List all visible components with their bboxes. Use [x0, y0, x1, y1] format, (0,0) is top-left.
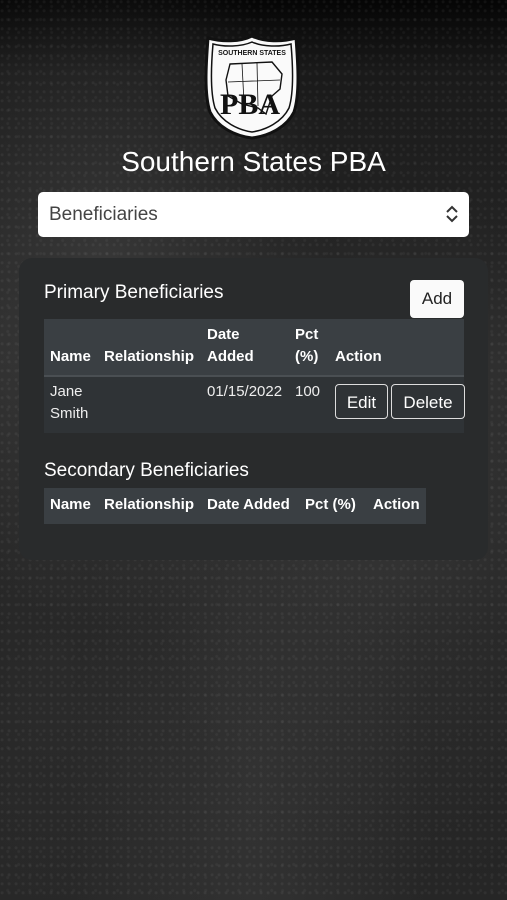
col-pct-header-line2: (%)	[295, 348, 319, 365]
row-pct: 100	[295, 383, 321, 400]
col-name-header: Name	[50, 496, 91, 513]
row-name-line1: Jane	[50, 383, 83, 400]
col-action-header: Action	[373, 496, 420, 513]
add-beneficiary-button[interactable]: Add	[410, 280, 464, 318]
svg-text:SOUTHERN STATES: SOUTHERN STATES	[218, 50, 286, 57]
logo-letters: PBA	[220, 88, 280, 121]
row-name-line2: Smith	[50, 405, 89, 422]
section-select-value: Beneficiaries	[49, 204, 158, 225]
col-name-header: Name	[50, 348, 91, 365]
col-date-header-line1: Date	[207, 326, 240, 343]
col-pct-header-line1: Pct	[295, 326, 319, 343]
chevron-up-down-icon	[446, 205, 458, 223]
table-header: Name Relationship Date Added Pct (%) Act…	[44, 319, 464, 375]
col-action-header: Action	[335, 348, 382, 365]
delete-button[interactable]: Delete	[391, 384, 465, 419]
primary-beneficiaries-title: Primary Beneficiaries	[44, 282, 224, 303]
col-relationship-header: Relationship	[104, 496, 195, 513]
table-row: Jane Smith 01/15/2022 100 Edit Delete	[44, 375, 465, 435]
pba-logo: SOUTHERN STATES PBA	[204, 34, 300, 140]
secondary-beneficiaries-table: Name Relationship Date Added Pct (%) Act…	[44, 488, 426, 524]
edit-button[interactable]: Edit	[335, 384, 388, 419]
secondary-beneficiaries-title: Secondary Beneficiaries	[44, 460, 249, 481]
table-header: Name Relationship Date Added Pct (%) Act…	[44, 488, 426, 524]
col-date-added-header: Date Added	[207, 496, 290, 513]
col-pct-header: Pct (%)	[305, 496, 356, 513]
col-relationship-header: Relationship	[104, 348, 195, 365]
section-select[interactable]: Beneficiaries	[38, 192, 469, 237]
beneficiaries-panel: Primary Beneficiaries Add Name Relations…	[19, 258, 488, 560]
primary-beneficiaries-table: Name Relationship Date Added Pct (%) Act…	[44, 319, 465, 435]
col-date-header-line2: Added	[207, 348, 254, 365]
app-title: Southern States PBA	[121, 146, 386, 177]
row-date-added: 01/15/2022	[207, 383, 283, 400]
